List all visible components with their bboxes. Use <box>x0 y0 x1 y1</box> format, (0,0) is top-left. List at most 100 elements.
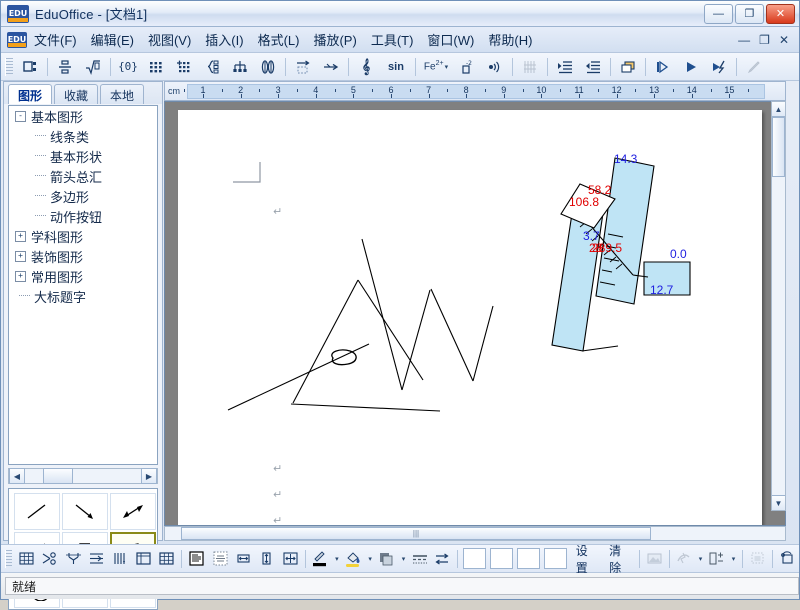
scroll-left-arrow-icon[interactable]: ◀ <box>9 468 25 484</box>
document-page[interactable]: ↵ ↵ ↵ ↵ <box>178 110 762 526</box>
chromosome-icon[interactable] <box>255 55 281 79</box>
square-root-icon[interactable] <box>80 55 106 79</box>
tree-node-subject-shapes[interactable]: + 学科图形 <box>9 226 157 246</box>
play-all-icon[interactable] <box>650 55 676 79</box>
canvas-horizontal-scrollbar[interactable]: ||| <box>164 526 786 541</box>
menu-item-view[interactable]: 视图(V) <box>141 27 198 52</box>
tree-node-action-buttons[interactable]: 动作按钮 <box>9 206 157 226</box>
color-swatch-4[interactable] <box>543 548 567 569</box>
shape-category-tree[interactable]: - 基本图形 线条类 基本形状 箭头总汇 多边形 动作按钮 + 学科图形 + 装… <box>8 105 158 465</box>
vertical-scrollbar-thumb[interactable] <box>772 117 785 177</box>
scroll-down-arrow-icon[interactable]: ▼ <box>772 495 785 510</box>
tree-node-title-text[interactable]: 大标题字 <box>9 286 157 306</box>
palette-item-line-arrow-both[interactable] <box>110 493 156 530</box>
trig-sin-icon[interactable]: sin <box>381 55 411 79</box>
object-arrange-dropdown-arrow[interactable]: ▾ <box>728 547 737 571</box>
matrix-add-icon[interactable] <box>171 55 197 79</box>
vector-box-icon[interactable] <box>290 55 316 79</box>
object-select-icon[interactable] <box>17 55 43 79</box>
merge-rows-icon[interactable] <box>86 547 107 571</box>
tab-shapes[interactable]: 图形 <box>8 84 53 104</box>
shadow-style-dropdown-arrow[interactable]: ▾ <box>398 547 407 571</box>
matrix-grid-icon[interactable] <box>143 55 169 79</box>
scroll-up-arrow-icon[interactable]: ▲ <box>772 102 785 117</box>
color-swatch-1[interactable] <box>462 548 486 569</box>
tree-node-lines[interactable]: 线条类 <box>9 126 157 146</box>
split-cells-icon[interactable] <box>62 547 83 571</box>
menu-item-help[interactable]: 帮助(H) <box>481 27 539 52</box>
arrow-style-icon[interactable] <box>432 547 453 571</box>
fill-color-icon[interactable] <box>343 547 363 571</box>
minimize-button[interactable]: — <box>704 3 733 24</box>
measurement-tools-group[interactable] <box>178 110 762 526</box>
shadow-style-icon[interactable] <box>376 547 396 571</box>
menu-item-insert[interactable]: 插入(I) <box>198 27 250 52</box>
border-outer-icon[interactable] <box>133 547 154 571</box>
menu-item-play[interactable]: 播放(P) <box>306 27 363 52</box>
doc-close-button[interactable]: ✕ <box>779 33 789 47</box>
canvas-vertical-scrollbar[interactable]: ▲ ▼ <box>771 101 786 511</box>
columns-icon[interactable] <box>109 547 130 571</box>
distribute-horizontal-icon[interactable] <box>233 547 254 571</box>
cut-cells-icon[interactable] <box>39 547 60 571</box>
fraction-icon[interactable] <box>52 55 78 79</box>
menu-item-format[interactable]: 格式(L) <box>251 27 307 52</box>
line-color-icon[interactable] <box>310 547 330 571</box>
ion-charge-icon[interactable]: Fe2+ ▾ <box>420 55 452 79</box>
menu-item-edit[interactable]: 编辑(E) <box>84 27 141 52</box>
table-insert-icon[interactable] <box>16 547 37 571</box>
tree-node-decorative-shapes[interactable]: + 装饰图形 <box>9 246 157 266</box>
doc-minimize-button[interactable]: — <box>738 33 750 47</box>
music-note-icon[interactable]: 𝄞 <box>353 55 379 79</box>
fit-cell-icon[interactable] <box>280 547 301 571</box>
tree-node-basic-forms[interactable]: 基本形状 <box>9 146 157 166</box>
expander-expand-icon[interactable]: + <box>15 250 26 262</box>
object-arrange-icon[interactable] <box>707 547 727 571</box>
play-icon[interactable] <box>678 55 704 79</box>
scrollbar-thumb[interactable] <box>43 468 73 484</box>
align-text-left-icon[interactable] <box>186 547 207 571</box>
set-braces-icon[interactable]: {0} <box>115 55 141 79</box>
tree-node-polygons[interactable]: 多边形 <box>9 186 157 206</box>
tab-favorites[interactable]: 收藏 <box>54 84 99 104</box>
tab-local[interactable]: 本地 <box>100 84 145 104</box>
canvas-scroll-area[interactable]: ↵ ↵ ↵ ↵ 14.3 58.2 106.8 3.7 289.5 28 0.0… <box>164 101 786 526</box>
maximize-button[interactable]: ❐ <box>735 3 764 24</box>
menu-item-file[interactable]: 文件(F) <box>27 27 84 52</box>
close-button[interactable]: ✕ <box>766 3 795 24</box>
window-cascade-icon[interactable] <box>615 55 641 79</box>
palette-item-line-arrow-end[interactable] <box>62 493 108 530</box>
tree-node-common-shapes[interactable]: + 常用图形 <box>9 266 157 286</box>
doc-restore-button[interactable]: ❐ <box>759 33 770 47</box>
fill-color-dropdown-arrow[interactable]: ▾ <box>365 547 374 571</box>
superscript-box-icon[interactable]: -2 <box>454 55 480 79</box>
expander-expand-icon[interactable]: + <box>15 270 26 282</box>
menu-item-tools[interactable]: 工具(T) <box>364 27 421 52</box>
align-text-center-icon[interactable] <box>209 547 230 571</box>
dash-style-icon[interactable] <box>410 547 430 571</box>
indent-increase-icon[interactable] <box>552 55 578 79</box>
tree-node-arrows[interactable]: 箭头总汇 <box>9 166 157 186</box>
scroll-right-arrow-icon[interactable]: ▶ <box>141 468 157 484</box>
line-color-dropdown-arrow[interactable]: ▾ <box>332 547 341 571</box>
expander-expand-icon[interactable]: + <box>15 230 26 242</box>
tree-diagram-icon[interactable] <box>227 55 253 79</box>
fast-play-icon[interactable] <box>706 55 732 79</box>
bottom-toolbar-grip[interactable] <box>5 549 12 568</box>
distribute-vertical-icon[interactable] <box>256 547 277 571</box>
tree-horizontal-scrollbar[interactable]: ◀ ▶ <box>8 468 158 484</box>
toolbar-grip[interactable] <box>5 57 13 76</box>
expander-collapse-icon[interactable]: - <box>15 110 26 122</box>
color-swatch-3[interactable] <box>516 548 540 569</box>
sound-wave-icon[interactable] <box>482 55 508 79</box>
effect-style-dropdown-arrow[interactable]: ▾ <box>695 547 704 571</box>
color-swatch-2[interactable] <box>489 548 513 569</box>
indent-decrease-icon[interactable] <box>580 55 606 79</box>
reaction-arrow-icon[interactable] <box>318 55 344 79</box>
ion-charge-dropdown-arrow[interactable]: ▾ <box>445 63 449 71</box>
border-all-icon[interactable] <box>156 547 177 571</box>
menu-item-window[interactable]: 窗口(W) <box>420 27 481 52</box>
horizontal-ruler[interactable]: cm 1 2 3 4 5 6 7 8 9 10 11 12 13 14 15 <box>164 81 786 101</box>
tree-node-basic-shapes[interactable]: - 基本图形 <box>9 106 157 126</box>
palette-item-line-plain[interactable] <box>14 493 60 530</box>
